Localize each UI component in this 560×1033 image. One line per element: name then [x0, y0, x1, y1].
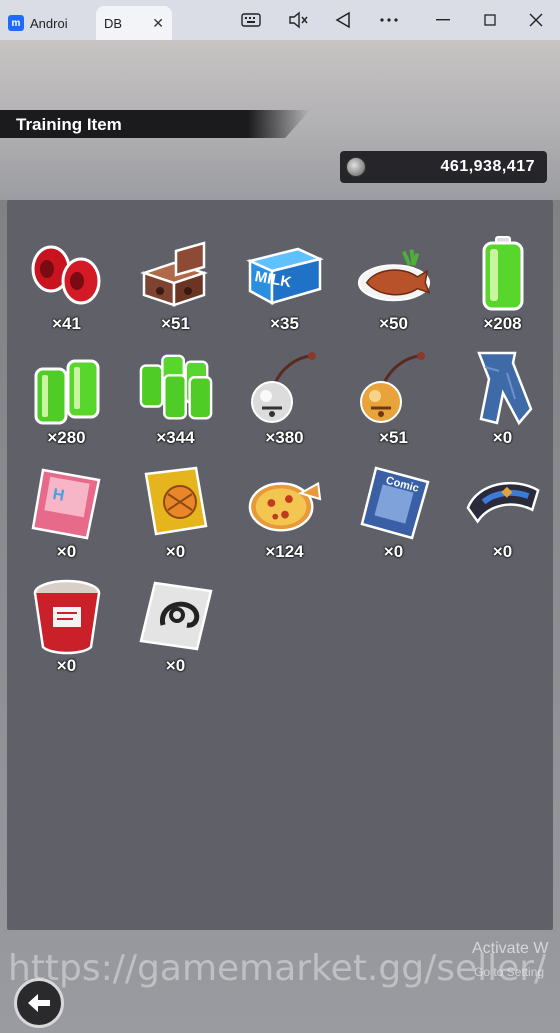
page-title: Training Item [16, 115, 122, 134]
item-gold-bell[interactable]: ×51 [339, 347, 448, 455]
item-grid: ×41 ×51 MILK ×35 ×50 ×208 ×280 ×344 ×380… [12, 233, 552, 683]
item-battery-pack[interactable]: ×344 [121, 347, 230, 455]
item-count: ×50 [379, 314, 408, 333]
item-scarf[interactable]: ×0 [448, 461, 557, 569]
close-icon[interactable] [524, 8, 548, 32]
item-jeans[interactable]: ×0 [448, 347, 557, 455]
gold-bell-icon [355, 349, 433, 427]
game-screen: Training Item 461,938,417 ×41 ×51 MILK ×… [0, 40, 560, 1033]
watermark-text: https://gamemarket.gg/seller/ [8, 948, 547, 989]
milk-crate-icon: MILK [246, 235, 324, 313]
tab-android[interactable]: m Android [0, 7, 92, 39]
activate-windows-subtitle: Go to Setting [474, 965, 545, 979]
pizza-icon [246, 463, 324, 541]
item-capsule-token[interactable]: ×0 [121, 575, 230, 683]
red-weights-icon [28, 235, 106, 313]
item-count: ×41 [52, 314, 81, 333]
back-arrow-icon [28, 994, 50, 1012]
back-button[interactable] [14, 978, 64, 1028]
item-bricks[interactable]: ×51 [121, 233, 230, 341]
item-count: ×280 [47, 428, 86, 447]
battery-pack-icon [137, 349, 215, 427]
silver-bell-icon [246, 349, 324, 427]
item-cup-noodle[interactable]: ×0 [12, 575, 121, 683]
item-comic[interactable]: Comic ×0 [339, 461, 448, 569]
currency-value: 461,938,417 [440, 158, 535, 175]
jeans-icon [464, 349, 542, 427]
item-battery[interactable]: ×208 [448, 233, 557, 341]
item-magazine[interactable]: H ×0 [12, 461, 121, 569]
item-count: ×51 [379, 428, 408, 447]
fish-dish-icon [355, 235, 433, 313]
item-count: ×344 [156, 428, 195, 447]
bricks-icon [137, 235, 215, 313]
item-pizza[interactable]: ×124 [230, 461, 339, 569]
tab-label: DB [104, 15, 122, 31]
tab-label: Android [30, 15, 68, 31]
capsule-token-icon [137, 577, 215, 655]
cup-noodle-icon [28, 577, 106, 655]
window-title-bar: m Android DB ✕ [0, 0, 560, 1033]
item-game-box[interactable]: ×0 [121, 461, 230, 569]
item-count: ×0 [56, 542, 77, 561]
item-panel: ×41 ×51 MILK ×35 ×50 ×208 ×280 ×344 ×380… [7, 200, 553, 930]
keyboard-icon[interactable] [239, 8, 263, 32]
zeni-coin-icon [346, 157, 366, 177]
back-triangle-icon[interactable] [331, 8, 355, 32]
mute-icon[interactable] [286, 8, 310, 32]
item-count: ×0 [165, 542, 186, 561]
item-count: ×0 [383, 542, 404, 561]
more-options-icon[interactable] [377, 8, 401, 32]
magazine-icon: H [28, 463, 106, 541]
item-count: ×0 [492, 542, 513, 561]
maximize-icon[interactable] [478, 8, 502, 32]
item-count: ×208 [483, 314, 522, 333]
game-box-icon [137, 463, 215, 541]
item-count: ×0 [492, 428, 513, 447]
item-battery-pair[interactable]: ×280 [12, 347, 121, 455]
item-count: ×0 [165, 656, 186, 675]
item-count: ×35 [270, 314, 299, 333]
item-fish-dish[interactable]: ×50 [339, 233, 448, 341]
tab-close-button[interactable]: ✕ [152, 15, 164, 32]
tab-db[interactable]: DB ✕ [0, 6, 560, 1033]
item-count: ×380 [265, 428, 304, 447]
scarf-icon [464, 463, 542, 541]
minimize-icon[interactable] [431, 8, 455, 32]
item-red-weights[interactable]: ×41 [12, 233, 121, 341]
item-count: ×0 [56, 656, 77, 675]
item-count: ×51 [161, 314, 190, 333]
app-logo-icon: m [8, 15, 24, 31]
activate-windows-title: Activate W [472, 940, 549, 957]
currency-display: 461,938,417 [340, 151, 547, 183]
item-count: ×124 [265, 542, 304, 561]
item-milk-crate[interactable]: MILK ×35 [230, 233, 339, 341]
comic-icon: Comic [355, 463, 433, 541]
item-silver-bell[interactable]: ×380 [230, 347, 339, 455]
battery-pair-icon [28, 349, 106, 427]
battery-icon [464, 235, 542, 313]
